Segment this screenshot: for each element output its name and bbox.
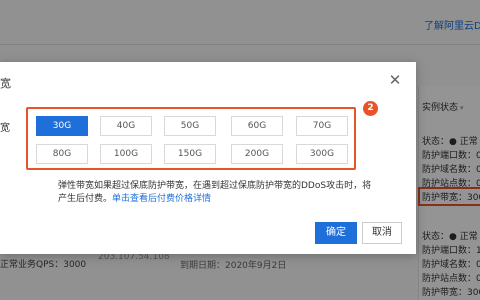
- cancel-button[interactable]: 取消: [362, 222, 402, 244]
- bandwidth-option-60g[interactable]: 60G: [231, 116, 283, 136]
- confirm-button[interactable]: 确定: [315, 222, 357, 244]
- bandwidth-option-40g[interactable]: 40G: [100, 116, 152, 136]
- bandwidth-row-label: 宽: [0, 123, 10, 134]
- bandwidth-option-70g[interactable]: 70G: [296, 116, 348, 136]
- step-badge: 2: [363, 101, 378, 116]
- bandwidth-options-highlight: 30G 40G 50G 60G 70G 80G 100G 150G 200G 3…: [26, 107, 356, 170]
- close-icon[interactable]: ✕: [387, 72, 403, 88]
- bandwidth-option-30g[interactable]: 30G: [36, 116, 88, 136]
- description-text: 弹性带宽如果超过保底防护带宽，在遇到超过保底防护带宽的DDoS攻击时，将产生后付…: [58, 181, 372, 204]
- bandwidth-option-80g[interactable]: 80G: [36, 144, 88, 164]
- modal-title: 宽: [0, 77, 11, 90]
- bandwidth-option-200g[interactable]: 200G: [231, 144, 283, 164]
- bandwidth-description: 弹性带宽如果超过保底防护带宽，在遇到超过保底防护带宽的DDoS攻击时，将产生后付…: [58, 180, 378, 206]
- bandwidth-option-100g[interactable]: 100G: [100, 144, 152, 164]
- bandwidth-option-50g[interactable]: 50G: [164, 116, 216, 136]
- price-details-link[interactable]: 单击查看后付费价格详情: [112, 194, 211, 204]
- bandwidth-modal: 宽 ✕ 宽 30G 40G 50G 60G 70G 80G 100G 150G …: [0, 62, 416, 254]
- bandwidth-option-150g[interactable]: 150G: [164, 144, 216, 164]
- bandwidth-option-300g[interactable]: 300G: [296, 144, 348, 164]
